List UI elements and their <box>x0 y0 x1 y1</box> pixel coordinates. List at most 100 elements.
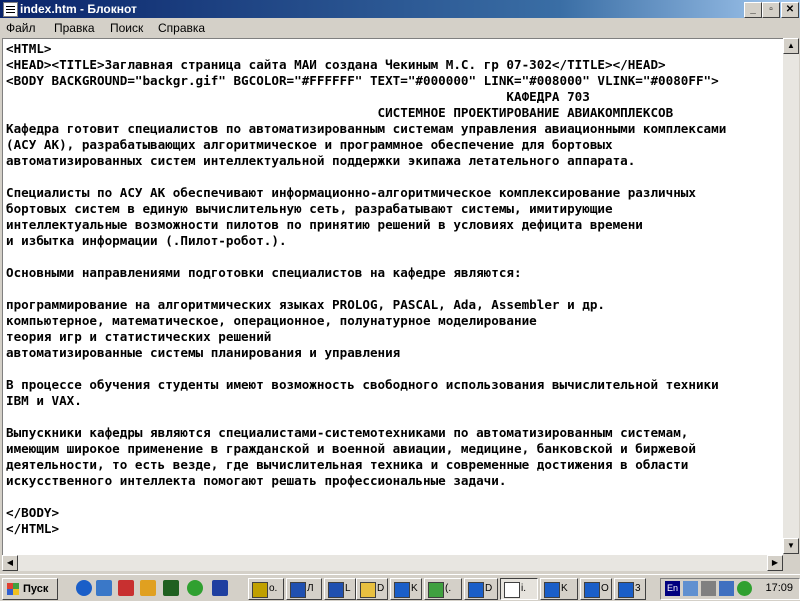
maximize-button[interactable]: ▫ <box>762 2 780 18</box>
vertical-scrollbar[interactable]: ▲ ▼ <box>783 38 799 554</box>
tool-quicklaunch-icon[interactable] <box>140 580 156 596</box>
menu-search[interactable]: Поиск <box>110 21 143 35</box>
menu-help[interactable]: Справка <box>158 21 205 35</box>
clock: 17:09 <box>765 582 793 594</box>
ie-icon <box>544 582 560 598</box>
notepad-window: index.htm - Блокнот _ ▫ ✕ Файл Правка По… <box>0 0 800 574</box>
text-line[interactable]: бортовых систем в единую вычислительную … <box>6 201 726 217</box>
text-line[interactable]: интеллектуальные возможности пилотов по … <box>6 217 726 233</box>
horizontal-scrollbar[interactable]: ◀ ▶ <box>2 555 783 571</box>
volume-icon[interactable] <box>701 581 716 596</box>
winamp-icon <box>252 582 268 598</box>
ie-quicklaunch-icon[interactable] <box>76 580 92 596</box>
app-icon <box>428 582 444 598</box>
text-line[interactable]: деятельности, то есть везде, где вычисли… <box>6 457 726 473</box>
language-indicator[interactable]: En <box>665 581 680 596</box>
zip-tray-icon <box>737 581 752 596</box>
book-quicklaunch-icon[interactable] <box>212 580 228 596</box>
text-line[interactable]: <HEAD><TITLE>Заглавная страница сайта МА… <box>6 57 726 73</box>
taskbar-button[interactable]: K <box>540 578 578 600</box>
menu-edit[interactable]: Правка <box>54 21 95 35</box>
scroll-right-button[interactable]: ▶ <box>767 555 783 571</box>
notepad-icon[interactable] <box>3 2 18 17</box>
taskbar-button[interactable]: О <box>580 578 612 600</box>
taskbar-button[interactable]: L <box>324 578 356 600</box>
taskbar-button-label: K <box>561 583 568 594</box>
text-line[interactable]: </BODY> <box>6 505 726 521</box>
media-quicklaunch-icon[interactable] <box>163 580 179 596</box>
text-line[interactable]: имеющим широкое применение в гражданской… <box>6 441 726 457</box>
text-line[interactable]: КАФЕДРА 703 <box>6 89 726 105</box>
start-button[interactable]: Пуск <box>2 578 58 600</box>
text-line[interactable] <box>6 489 726 505</box>
scroll-down-button[interactable]: ▼ <box>783 538 799 554</box>
taskbar-button[interactable]: Л <box>286 578 322 600</box>
taskbar-button[interactable]: D <box>356 578 388 600</box>
text-line[interactable]: </HTML> <box>6 521 726 537</box>
window-title: index.htm - Блокнот <box>20 2 137 16</box>
ie-icon <box>394 582 410 598</box>
text-line[interactable]: Выпускники кафедры являются специалистам… <box>6 425 726 441</box>
word-doc-icon <box>328 582 344 598</box>
taskbar-button[interactable]: K <box>390 578 422 600</box>
word-doc-icon <box>290 582 306 598</box>
taskbar-button[interactable]: i. <box>500 578 538 600</box>
text-line[interactable]: <HTML> <box>6 41 726 57</box>
scroll-left-button[interactable]: ◀ <box>2 555 18 571</box>
text-line[interactable]: Основными направлениями подготовки специ… <box>6 265 726 281</box>
ie-icon <box>618 582 634 598</box>
taskbar-button-label: Л <box>307 583 314 594</box>
taskbar-button-label: i. <box>521 583 526 594</box>
text-line[interactable] <box>6 281 726 297</box>
windows-logo-icon <box>7 583 19 595</box>
taskbar-button-label: D <box>377 583 385 594</box>
text-line[interactable] <box>6 409 726 425</box>
text-line[interactable]: автоматизированные системы планирования … <box>6 345 726 361</box>
close-button[interactable]: ✕ <box>781 2 799 18</box>
text-line[interactable]: (АСУ АК), разрабатывающих алгоритмическо… <box>6 137 726 153</box>
taskbar-button-label: (. <box>445 583 452 594</box>
taskbar-button-label: 3 <box>635 583 641 594</box>
app-quicklaunch-icon[interactable] <box>118 580 134 596</box>
text-line[interactable]: Специалисты по АСУ АК обеспечивают инфор… <box>6 185 726 201</box>
taskbar-button[interactable]: (. <box>424 578 462 600</box>
taskbar-button-label: K <box>411 583 418 594</box>
folder-icon <box>360 582 376 598</box>
start-label: Пуск <box>23 583 49 595</box>
document-text[interactable]: <HTML> <HEAD><TITLE>Заглавная страница са… <box>6 41 726 537</box>
text-line[interactable] <box>6 361 726 377</box>
notepad-icon <box>504 582 520 598</box>
title-bar[interactable]: index.htm - Блокнот _ ▫ ✕ <box>0 0 800 18</box>
text-line[interactable]: Кафедра готовит специалистов по автомати… <box>6 121 726 137</box>
text-line[interactable]: В процессе обучения студенты имеют возмо… <box>6 377 726 393</box>
size-grip[interactable] <box>783 555 799 571</box>
taskbar-button-label: D <box>485 583 493 594</box>
minimize-button[interactable]: _ <box>744 2 762 18</box>
text-line[interactable]: СИСТЕМНОЕ ПРОЕКТИРОВАНИЕ АВИАКОМПЛЕКСОВ <box>6 105 726 121</box>
text-line[interactable]: искусственного интеллекта помогают решат… <box>6 473 726 489</box>
text-line[interactable]: теория игр и статистических решений <box>6 329 726 345</box>
text-line[interactable] <box>6 249 726 265</box>
taskbar-button-label: L <box>345 583 351 594</box>
text-line[interactable]: автоматизированных систем интеллектуальн… <box>6 153 726 169</box>
taskbar-button[interactable]: 3 <box>614 578 646 600</box>
text-line[interactable]: компьютерное, математическое, операционн… <box>6 313 726 329</box>
text-line[interactable]: <BODY BACKGROUND="backgr.gif" BGCOLOR="#… <box>6 73 726 89</box>
taskbar-button-label: о. <box>269 583 278 594</box>
text-line[interactable]: программирование на алгоритмических язык… <box>6 297 726 313</box>
scroll-up-button[interactable]: ▲ <box>783 38 799 54</box>
text-line[interactable] <box>6 169 726 185</box>
taskbar-button[interactable]: о. <box>248 578 284 600</box>
menu-bar: Файл Правка Поиск Справка <box>0 18 800 38</box>
monitor-icon <box>719 581 734 596</box>
text-line[interactable]: IBM и VAX. <box>6 393 726 409</box>
menu-file[interactable]: Файл <box>6 21 36 35</box>
text-editor[interactable]: <HTML> <HEAD><TITLE>Заглавная страница са… <box>2 38 783 555</box>
taskbar-button-label: О <box>601 583 609 594</box>
zip-quicklaunch-icon[interactable] <box>187 580 203 596</box>
taskbar-button[interactable]: D <box>464 578 498 600</box>
ie-icon <box>584 582 600 598</box>
text-line[interactable]: и избытка информации (.Пилот-робот.). <box>6 233 726 249</box>
desktop-quicklaunch-icon[interactable] <box>96 580 112 596</box>
ie-icon <box>468 582 484 598</box>
